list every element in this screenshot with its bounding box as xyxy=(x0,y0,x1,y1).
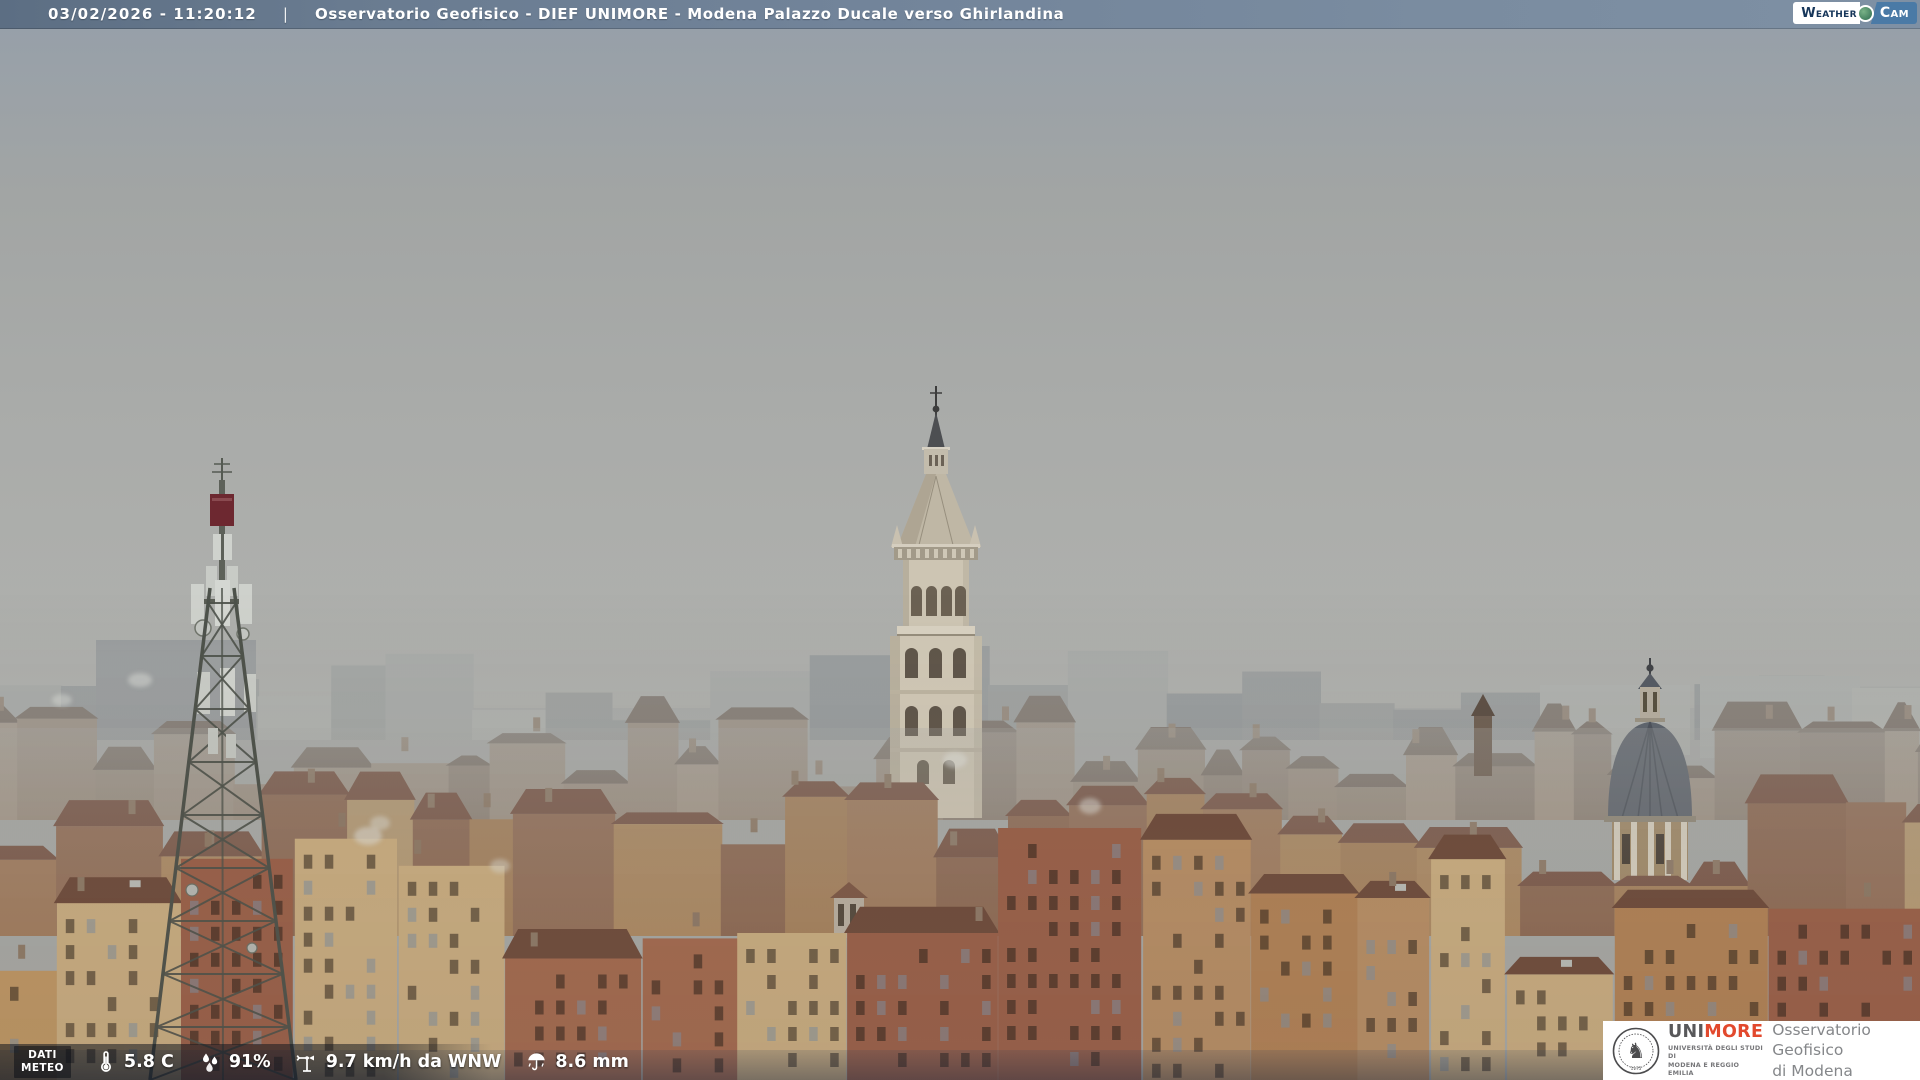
thermometer-icon xyxy=(100,1051,111,1072)
unimore-seal-icon: ♞ 1175 xyxy=(1612,1027,1660,1074)
unimore-subtitle-line1: UNIVERSITÀ DEGLI STUDI DI xyxy=(1668,1044,1763,1061)
wind-reading: 9.7 km/h da WNW xyxy=(295,1050,501,1074)
unimore-subtitle-line2: MODENA E REGGIO EMILIA xyxy=(1668,1060,1740,1078)
svg-text:♞: ♞ xyxy=(1627,1039,1646,1063)
meteo-bar: DATI METEO 5.8 C 91% 9.7 km/h da WNW 8.6… xyxy=(0,1044,629,1080)
dati-meteo-label: DATI METEO xyxy=(14,1046,71,1078)
webcam-frame: { "topbar": { "datetime": "03/02/2026 - … xyxy=(0,0,1920,1080)
observatory-name: Osservatorio Geofisico di Modena xyxy=(1772,1021,1871,1080)
unimore-logo-box: ♞ 1175 UNIMORE UNIVERSITÀ DEGLI STUDI DI… xyxy=(1603,1021,1920,1080)
wind-vane-icon xyxy=(296,1055,314,1072)
humidity-reading: 91% xyxy=(198,1050,271,1074)
datetime-label: 03/02/2026 - 11:20:12 xyxy=(48,5,257,23)
topbar: 03/02/2026 - 11:20:12 | Osservatorio Geo… xyxy=(0,0,1920,29)
unimore-wordmark: UNIMORE UNIVERSITÀ DEGLI STUDI DI MODENA… xyxy=(1668,1021,1764,1078)
rain-icon xyxy=(528,1053,546,1071)
svg-text:1175: 1175 xyxy=(1631,1066,1642,1071)
humidity-icon xyxy=(202,1053,218,1072)
weathercam-text-cam: Cam xyxy=(1870,2,1917,24)
weathercam-text-weather: Weather xyxy=(1793,2,1860,24)
unimore-more-text: MORE xyxy=(1704,1021,1764,1042)
unimore-uni-text: UNI xyxy=(1668,1021,1705,1042)
topbar-separator: | xyxy=(282,5,289,23)
weathercam-globe-icon xyxy=(1856,4,1874,22)
camera-title: Osservatorio Geofisico - DIEF UNIMORE - … xyxy=(315,5,1065,23)
weathercam-logo: Weather Cam xyxy=(1793,2,1917,24)
temperature-reading: 5.8 C xyxy=(95,1050,174,1074)
rain-reading: 8.6 mm xyxy=(525,1050,629,1074)
webcam-photo xyxy=(0,28,1920,1080)
